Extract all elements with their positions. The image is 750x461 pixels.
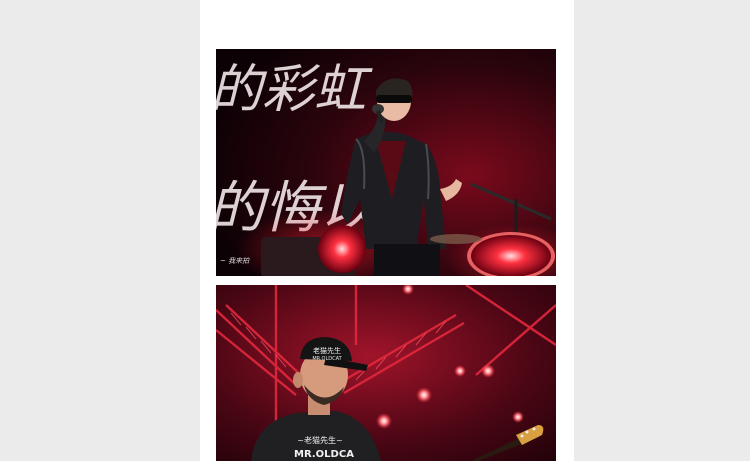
article-column: 的彩虹 的悔以 ~ 我来拍 老猫先生 MR.OLDCAT ~老猫先生~ MR.O… xyxy=(200,0,574,461)
shirt-subtext: MR.OLDCA xyxy=(294,449,354,460)
backdrop-text-top: 的彩虹 xyxy=(216,60,373,120)
guitarist-on-stage-photo[interactable]: 老猫先生 MR.OLDCAT ~老猫先生~ MR.OLDCA xyxy=(216,285,556,461)
guitarist-photo-illustration: 老猫先生 MR.OLDCAT ~老猫先生~ MR.OLDCA xyxy=(216,285,556,461)
cap-subtext: MR.OLDCAT xyxy=(312,356,342,362)
stage-light xyxy=(512,411,524,423)
stage-light xyxy=(376,413,392,429)
singer-on-stage-photo[interactable]: 的彩虹 的悔以 ~ 我来拍 xyxy=(216,49,556,276)
stage-light xyxy=(416,387,432,403)
stage-light xyxy=(454,365,466,377)
photographer-signature: ~ 我来拍 xyxy=(220,257,250,265)
cap-text: 老猫先生 xyxy=(313,346,341,355)
stage-light xyxy=(481,364,495,378)
singer-photo-illustration: 的彩虹 的悔以 ~ 我来拍 xyxy=(216,49,556,276)
shirt-text: ~老猫先生~ xyxy=(297,435,342,445)
stage-light xyxy=(318,225,366,273)
